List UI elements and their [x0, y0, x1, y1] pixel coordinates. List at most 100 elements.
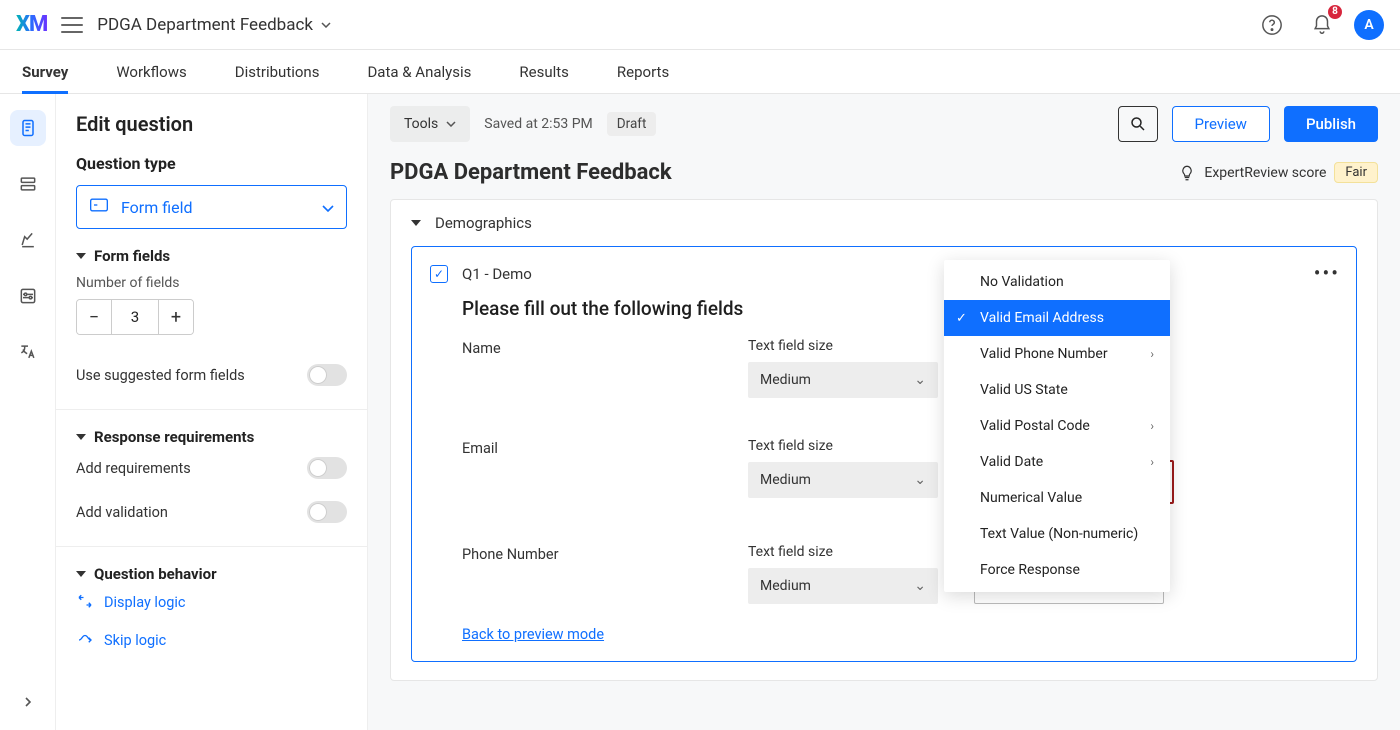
add-requirements-toggle[interactable] [307, 457, 347, 479]
tool-look-feel[interactable] [10, 222, 46, 258]
form-fields-heading[interactable]: Form fields [76, 247, 347, 265]
chevron-down-icon [322, 198, 334, 217]
size-heading-0: Text field size [748, 338, 948, 354]
tab-workflows[interactable]: Workflows [116, 50, 186, 93]
size-select-2[interactable]: Medium ⌄ [748, 568, 938, 604]
field-name-0[interactable]: Name [462, 338, 722, 357]
field-name-2[interactable]: Phone Number [462, 544, 722, 563]
saved-status: Saved at 2:53 PM [484, 116, 593, 132]
question-behavior-text: Question behavior [94, 565, 217, 583]
more-icon[interactable]: ••• [1314, 261, 1340, 285]
question-checkbox[interactable]: ✓ [430, 265, 448, 283]
size-value-0: Medium [760, 372, 811, 388]
skip-logic-link[interactable]: Skip logic [76, 621, 347, 659]
back-to-preview-link[interactable]: Back to preview mode [462, 626, 604, 643]
canvas: Tools Saved at 2:53 PM Draft Preview Pub… [368, 94, 1400, 730]
tab-data-analysis[interactable]: Data & Analysis [367, 50, 471, 93]
publish-button[interactable]: Publish [1284, 106, 1378, 142]
tool-options[interactable] [10, 278, 46, 314]
block-demographics: Demographics ••• ✓ Q1 - Demo Please fill… [390, 199, 1378, 681]
use-suggested-label: Use suggested form fields [76, 367, 245, 384]
validation-option-valid-email[interactable]: Valid Email Address [944, 300, 1170, 336]
chevron-right-icon: › [1150, 455, 1154, 469]
lightbulb-icon [1178, 164, 1196, 182]
tab-results[interactable]: Results [519, 50, 569, 93]
validation-option-force-response[interactable]: Force Response [944, 552, 1170, 588]
draft-pill: Draft [607, 112, 657, 136]
question-behavior-heading[interactable]: Question behavior [76, 565, 347, 583]
form-fields-heading-text: Form fields [94, 247, 170, 265]
add-validation-label: Add validation [76, 504, 168, 521]
stepper-decrement[interactable]: − [77, 300, 111, 334]
chevron-right-icon: › [1150, 419, 1154, 433]
validation-option-valid-postal[interactable]: Valid Postal Code› [944, 408, 1170, 444]
question-card[interactable]: ••• ✓ Q1 - Demo Please fill out the foll… [411, 246, 1357, 662]
tab-distributions[interactable]: Distributions [235, 50, 320, 93]
response-requirements-heading[interactable]: Response requirements [76, 428, 347, 446]
preview-button[interactable]: Preview [1172, 106, 1270, 142]
question-id: Q1 - Demo [462, 265, 532, 283]
size-select-1[interactable]: Medium ⌄ [748, 462, 938, 498]
notifications-icon[interactable]: 8 [1304, 7, 1340, 43]
help-icon[interactable] [1254, 7, 1290, 43]
tool-flow[interactable] [10, 166, 46, 202]
chevron-right-icon: › [1150, 347, 1154, 361]
field-name-1[interactable]: Email [462, 438, 722, 457]
top-bar: XM PDGA Department Feedback 8 A [0, 0, 1400, 50]
validation-option-numerical[interactable]: Numerical Value [944, 480, 1170, 516]
add-requirements-label: Add requirements [76, 460, 191, 477]
question-text[interactable]: Please fill out the following fields [462, 297, 1328, 320]
add-validation-toggle[interactable] [307, 501, 347, 523]
question-type-value: Form field [121, 198, 193, 217]
block-title: Demographics [435, 214, 532, 232]
size-value-1: Medium [760, 472, 811, 488]
left-tool-rail [0, 94, 56, 730]
collapse-rail-icon[interactable] [22, 693, 34, 712]
validation-dropdown-menu: No Validation Valid Email Address Valid … [944, 260, 1170, 592]
tools-label: Tools [404, 116, 438, 132]
validation-option-valid-date[interactable]: Valid Date› [944, 444, 1170, 480]
use-suggested-toggle[interactable] [307, 364, 347, 386]
tool-translate[interactable] [10, 334, 46, 370]
main-tabs: Survey Workflows Distributions Data & An… [0, 50, 1400, 94]
stepper-value: 3 [111, 300, 159, 334]
brand-logo[interactable]: XM [16, 12, 47, 37]
form-field-icon [89, 197, 109, 217]
validation-option-valid-us-state[interactable]: Valid US State [944, 372, 1170, 408]
chevron-down-icon: ⌄ [914, 372, 926, 388]
expert-review-label: ExpertReview score [1204, 165, 1326, 181]
validation-option-valid-phone[interactable]: Valid Phone Number› [944, 336, 1170, 372]
search-icon [1129, 115, 1147, 133]
project-title-text: PDGA Department Feedback [97, 15, 313, 35]
project-title-dropdown[interactable]: PDGA Department Feedback [97, 15, 331, 35]
expert-review-badge[interactable]: ExpertReview score Fair [1178, 162, 1378, 183]
number-of-fields-stepper[interactable]: − 3 + [76, 299, 194, 335]
size-value-2: Medium [760, 578, 811, 594]
edit-panel-title: Edit question [76, 112, 347, 136]
chevron-down-icon [321, 22, 331, 28]
caret-down-icon[interactable] [411, 220, 421, 226]
size-heading-2: Text field size [748, 544, 948, 560]
tab-reports[interactable]: Reports [617, 50, 669, 93]
tab-survey[interactable]: Survey [22, 50, 68, 93]
chevron-down-icon: ⌄ [914, 472, 926, 488]
search-button[interactable] [1118, 106, 1158, 142]
menu-icon[interactable] [61, 17, 83, 33]
notification-badge: 8 [1328, 5, 1342, 19]
number-of-fields-label: Number of fields [76, 275, 347, 291]
caret-down-icon [76, 434, 86, 440]
edit-question-panel: Edit question Question type Form field F… [56, 94, 368, 730]
display-logic-link[interactable]: Display logic [76, 583, 347, 621]
size-select-0[interactable]: Medium ⌄ [748, 362, 938, 398]
tools-dropdown[interactable]: Tools [390, 106, 470, 142]
tool-builder[interactable] [10, 110, 46, 146]
validation-option-no-validation[interactable]: No Validation [944, 264, 1170, 300]
avatar[interactable]: A [1354, 10, 1384, 40]
chevron-down-icon [446, 121, 456, 127]
validation-option-text-nonnumeric[interactable]: Text Value (Non-numeric) [944, 516, 1170, 552]
question-type-heading: Question type [76, 154, 347, 173]
question-type-select[interactable]: Form field [76, 185, 347, 229]
chevron-down-icon: ⌄ [914, 578, 926, 594]
expert-review-value: Fair [1334, 162, 1378, 183]
stepper-increment[interactable]: + [159, 300, 193, 334]
